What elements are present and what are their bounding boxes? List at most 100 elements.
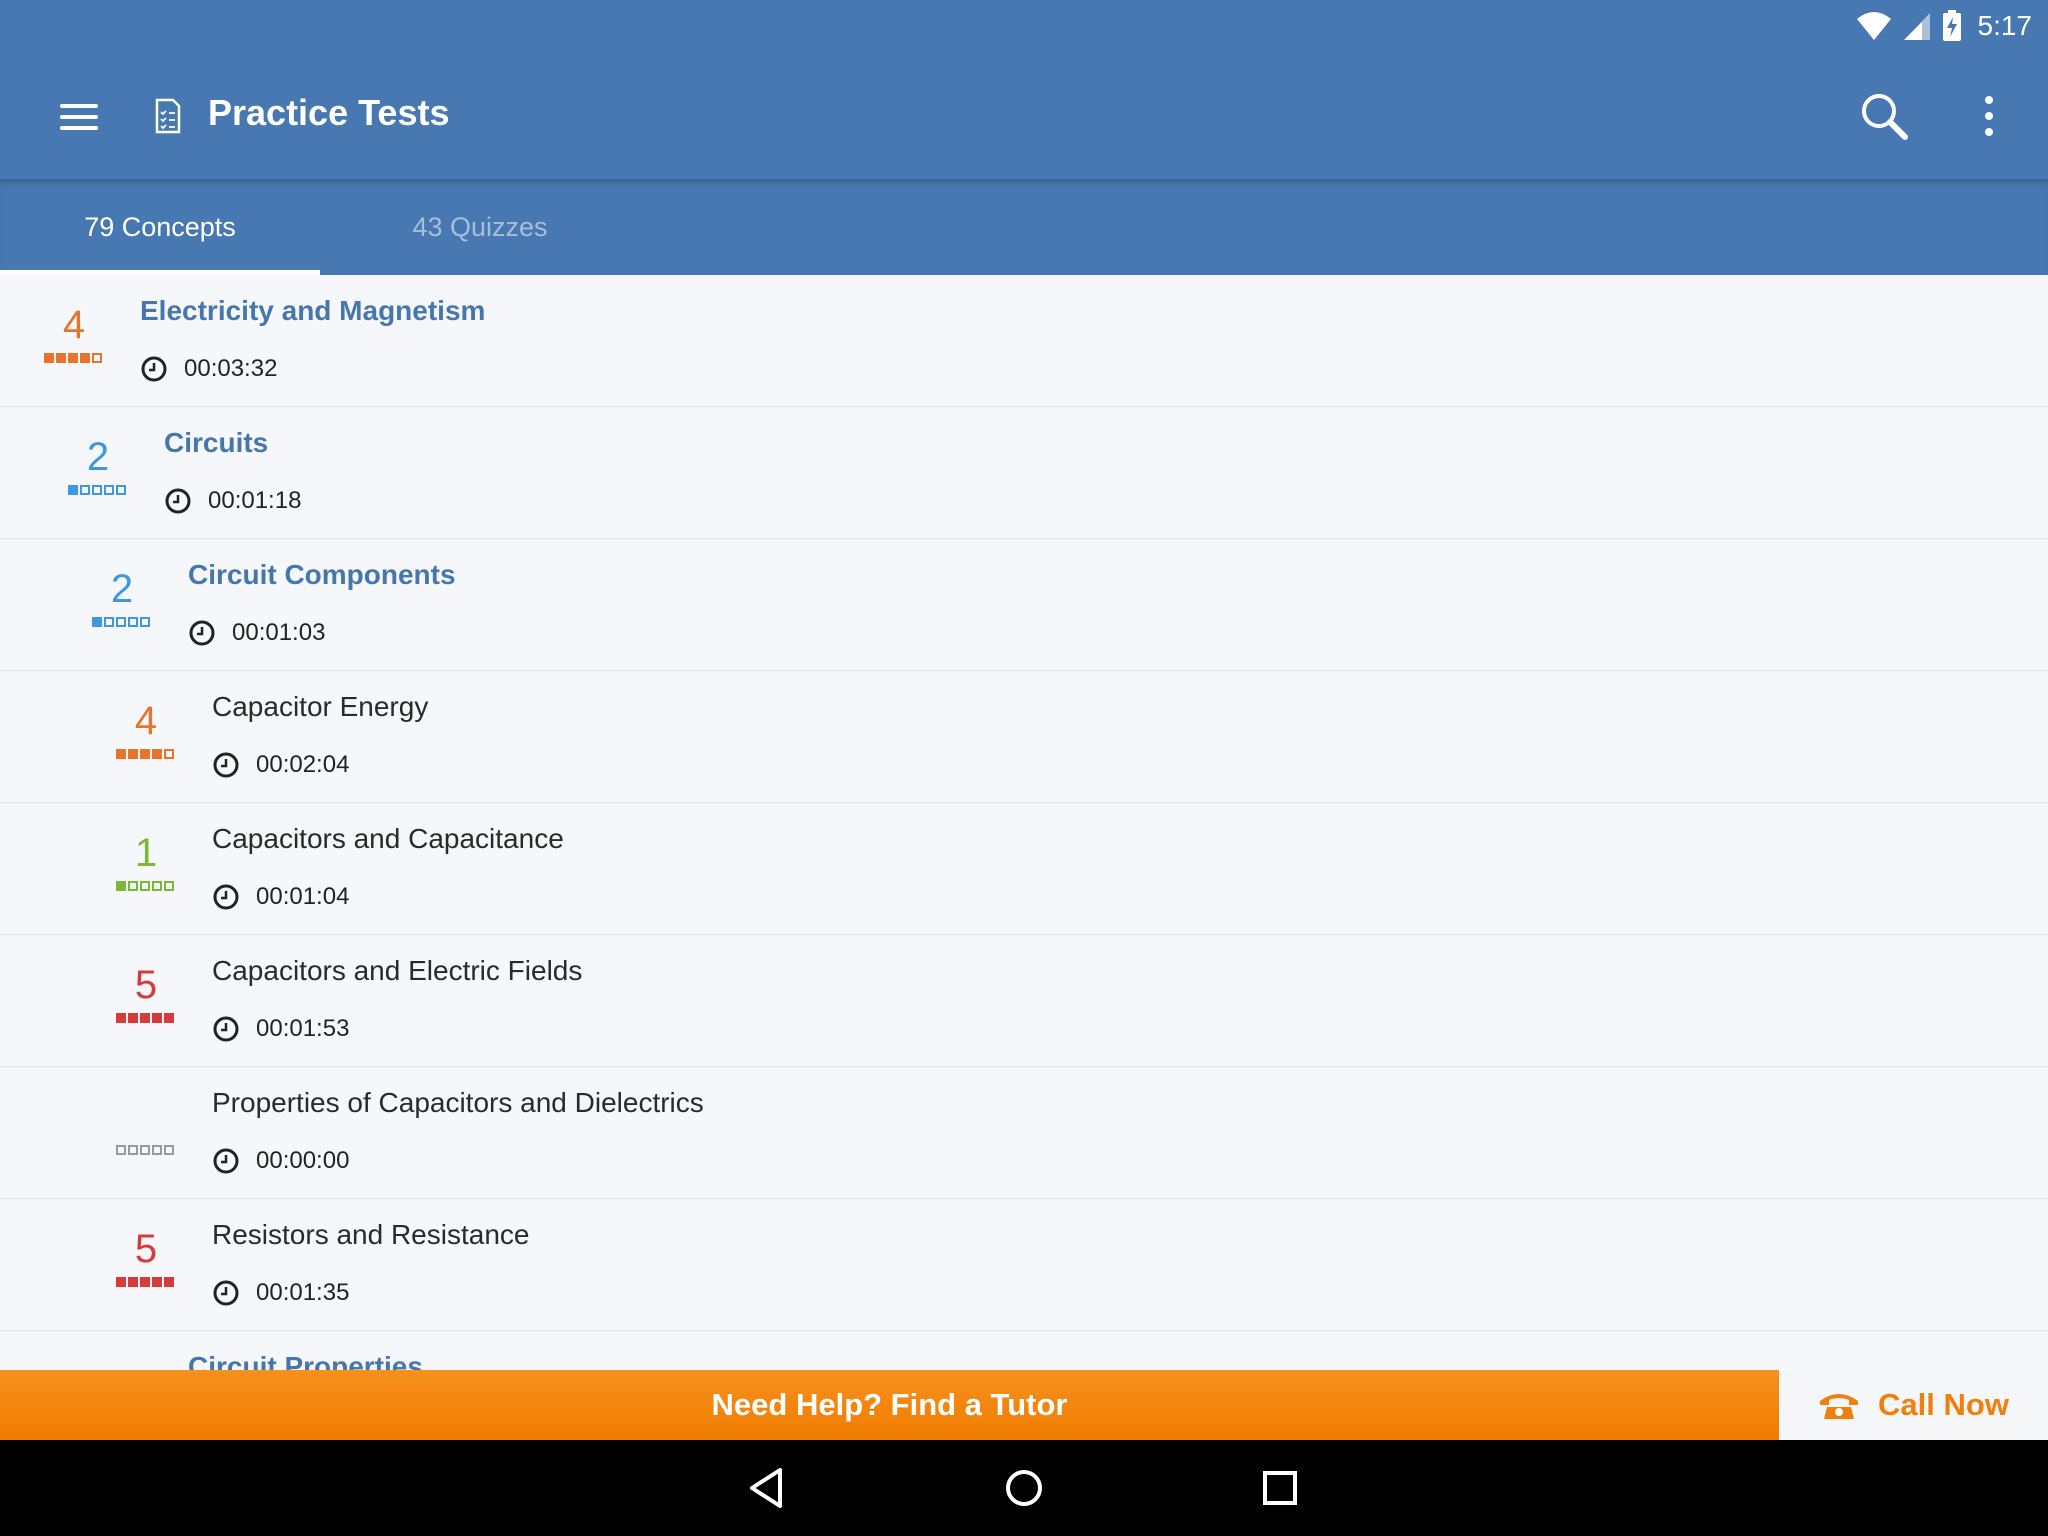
tab-label: 79 Concepts	[84, 211, 236, 242]
score-boxes	[116, 1277, 174, 1287]
score-indicator	[116, 1067, 186, 1199]
home-icon[interactable]	[994, 1458, 1054, 1518]
score-box	[164, 1277, 174, 1287]
score-box	[44, 353, 54, 363]
clock-icon	[213, 1148, 239, 1174]
concept-row[interactable]: 5 Capacitors and Electric Fields 00:01:53	[0, 935, 2048, 1067]
tab-concepts[interactable]: 79 Concepts	[0, 179, 320, 275]
recents-icon[interactable]	[1250, 1458, 1310, 1518]
score-box	[140, 881, 150, 891]
elapsed-time-value: 00:01:35	[256, 1279, 350, 1306]
score-box	[104, 485, 114, 495]
score-box	[140, 1277, 150, 1287]
score-indicator: 4	[44, 275, 114, 407]
score-indicator: 2	[92, 539, 162, 671]
elapsed-time-value: 00:00:00	[256, 1147, 350, 1174]
score-indicator: 5	[116, 935, 186, 1067]
score-box	[128, 617, 138, 627]
search-icon[interactable]	[1858, 90, 1910, 142]
score-value: 4	[62, 303, 86, 347]
score-indicator: 2	[68, 407, 138, 539]
tab-label: 43 Quizzes	[412, 211, 548, 242]
score-boxes	[92, 617, 150, 627]
concept-row[interactable]: Properties of Capacitors and Dielectrics…	[0, 1067, 2048, 1199]
score-box	[140, 749, 150, 759]
score-boxes	[116, 1145, 174, 1155]
score-box	[92, 353, 102, 363]
score-box	[116, 749, 126, 759]
score-box	[68, 485, 78, 495]
score-box	[128, 749, 138, 759]
concept-name: Properties of Capacitors and Dielectrics	[212, 1087, 704, 1118]
elapsed-time-value: 00:01:04	[256, 883, 350, 910]
app-bar: 5:17 Practice Tests	[0, 0, 2048, 179]
find-tutor-button[interactable]: Need Help? Find a Tutor	[0, 1370, 1779, 1440]
score-boxes	[116, 1013, 174, 1023]
elapsed-time-value: 00:01:03	[232, 619, 326, 646]
score-box	[152, 1013, 162, 1023]
concept-row[interactable]: 5 Resistors and Resistance 00:01:35	[0, 1199, 2048, 1331]
score-box	[116, 881, 126, 891]
score-value: 5	[134, 1227, 158, 1271]
score-box	[140, 1013, 150, 1023]
score-box	[80, 485, 90, 495]
menu-button[interactable]	[56, 96, 104, 136]
score-boxes	[116, 881, 174, 891]
concept-name: Capacitors and Electric Fields	[212, 955, 583, 986]
overflow-menu-button[interactable]	[1974, 92, 2004, 140]
score-box	[152, 1277, 162, 1287]
toolbar: Practice Tests	[0, 80, 2048, 152]
score-boxes	[68, 485, 126, 495]
score-box	[128, 1145, 138, 1155]
score-box	[128, 881, 138, 891]
score-indicator: 4	[116, 671, 186, 803]
battery-charging-icon	[1942, 10, 1961, 41]
score-box	[80, 353, 90, 363]
document-checklist-icon	[155, 98, 181, 134]
elapsed-time-value: 00:02:04	[256, 751, 350, 778]
concept-name: Circuit Components	[188, 559, 456, 590]
cell-signal-icon	[1903, 13, 1930, 40]
concept-name: Electricity and Magnetism	[140, 295, 486, 326]
call-now-button[interactable]: Call Now	[1779, 1370, 2048, 1440]
elapsed-time: 00:01:18	[164, 483, 301, 519]
concept-name: Capacitors and Capacitance	[212, 823, 564, 854]
status-time: 5:17	[1977, 10, 2033, 41]
elapsed-time-value: 00:01:18	[208, 487, 302, 514]
concept-group-row[interactable]: 2 Circuits 00:01:18	[0, 407, 2048, 539]
score-value: 5	[134, 963, 158, 1007]
score-box	[164, 749, 174, 759]
elapsed-time-value: 00:01:53	[256, 1015, 350, 1042]
elapsed-time: 00:02:04	[212, 747, 349, 783]
more-vert-icon	[1985, 96, 1993, 104]
score-value: 2	[110, 567, 134, 611]
tab-quizzes[interactable]: 43 Quizzes	[320, 179, 640, 275]
score-box	[56, 353, 66, 363]
score-box	[116, 1145, 126, 1155]
score-box	[164, 1013, 174, 1023]
concept-row[interactable]: 4 Capacitor Energy 00:02:04	[0, 671, 2048, 803]
score-box	[128, 1013, 138, 1023]
elapsed-time: 00:03:32	[140, 351, 277, 387]
score-box	[116, 617, 126, 627]
concept-row[interactable]: 1 Capacitors and Capacitance 00:01:04	[0, 803, 2048, 935]
score-box	[152, 749, 162, 759]
score-box	[116, 1277, 126, 1287]
score-box	[164, 881, 174, 891]
call-now-label: Call Now	[1878, 1387, 2009, 1422]
clock-icon	[213, 1016, 239, 1042]
concept-group-row[interactable]: 2 Circuit Components 00:01:03	[0, 539, 2048, 671]
elapsed-time: 00:01:53	[212, 1011, 349, 1047]
clock-icon	[213, 752, 239, 778]
phone-icon	[1820, 1394, 1859, 1419]
concept-group-row[interactable]: Circuit Properties	[0, 1331, 2048, 1370]
concept-group-row[interactable]: 4 Electricity and Magnetism 00:03:32	[0, 275, 2048, 407]
back-icon[interactable]	[738, 1458, 798, 1518]
score-box	[92, 485, 102, 495]
clock-icon	[213, 1280, 239, 1306]
page-title: Practice Tests	[208, 92, 450, 133]
score-box	[68, 353, 78, 363]
score-boxes	[44, 353, 102, 363]
tutor-banner: Need Help? Find a Tutor Call Now	[0, 1370, 2048, 1440]
status-bar: 5:17	[1856, 8, 2033, 44]
